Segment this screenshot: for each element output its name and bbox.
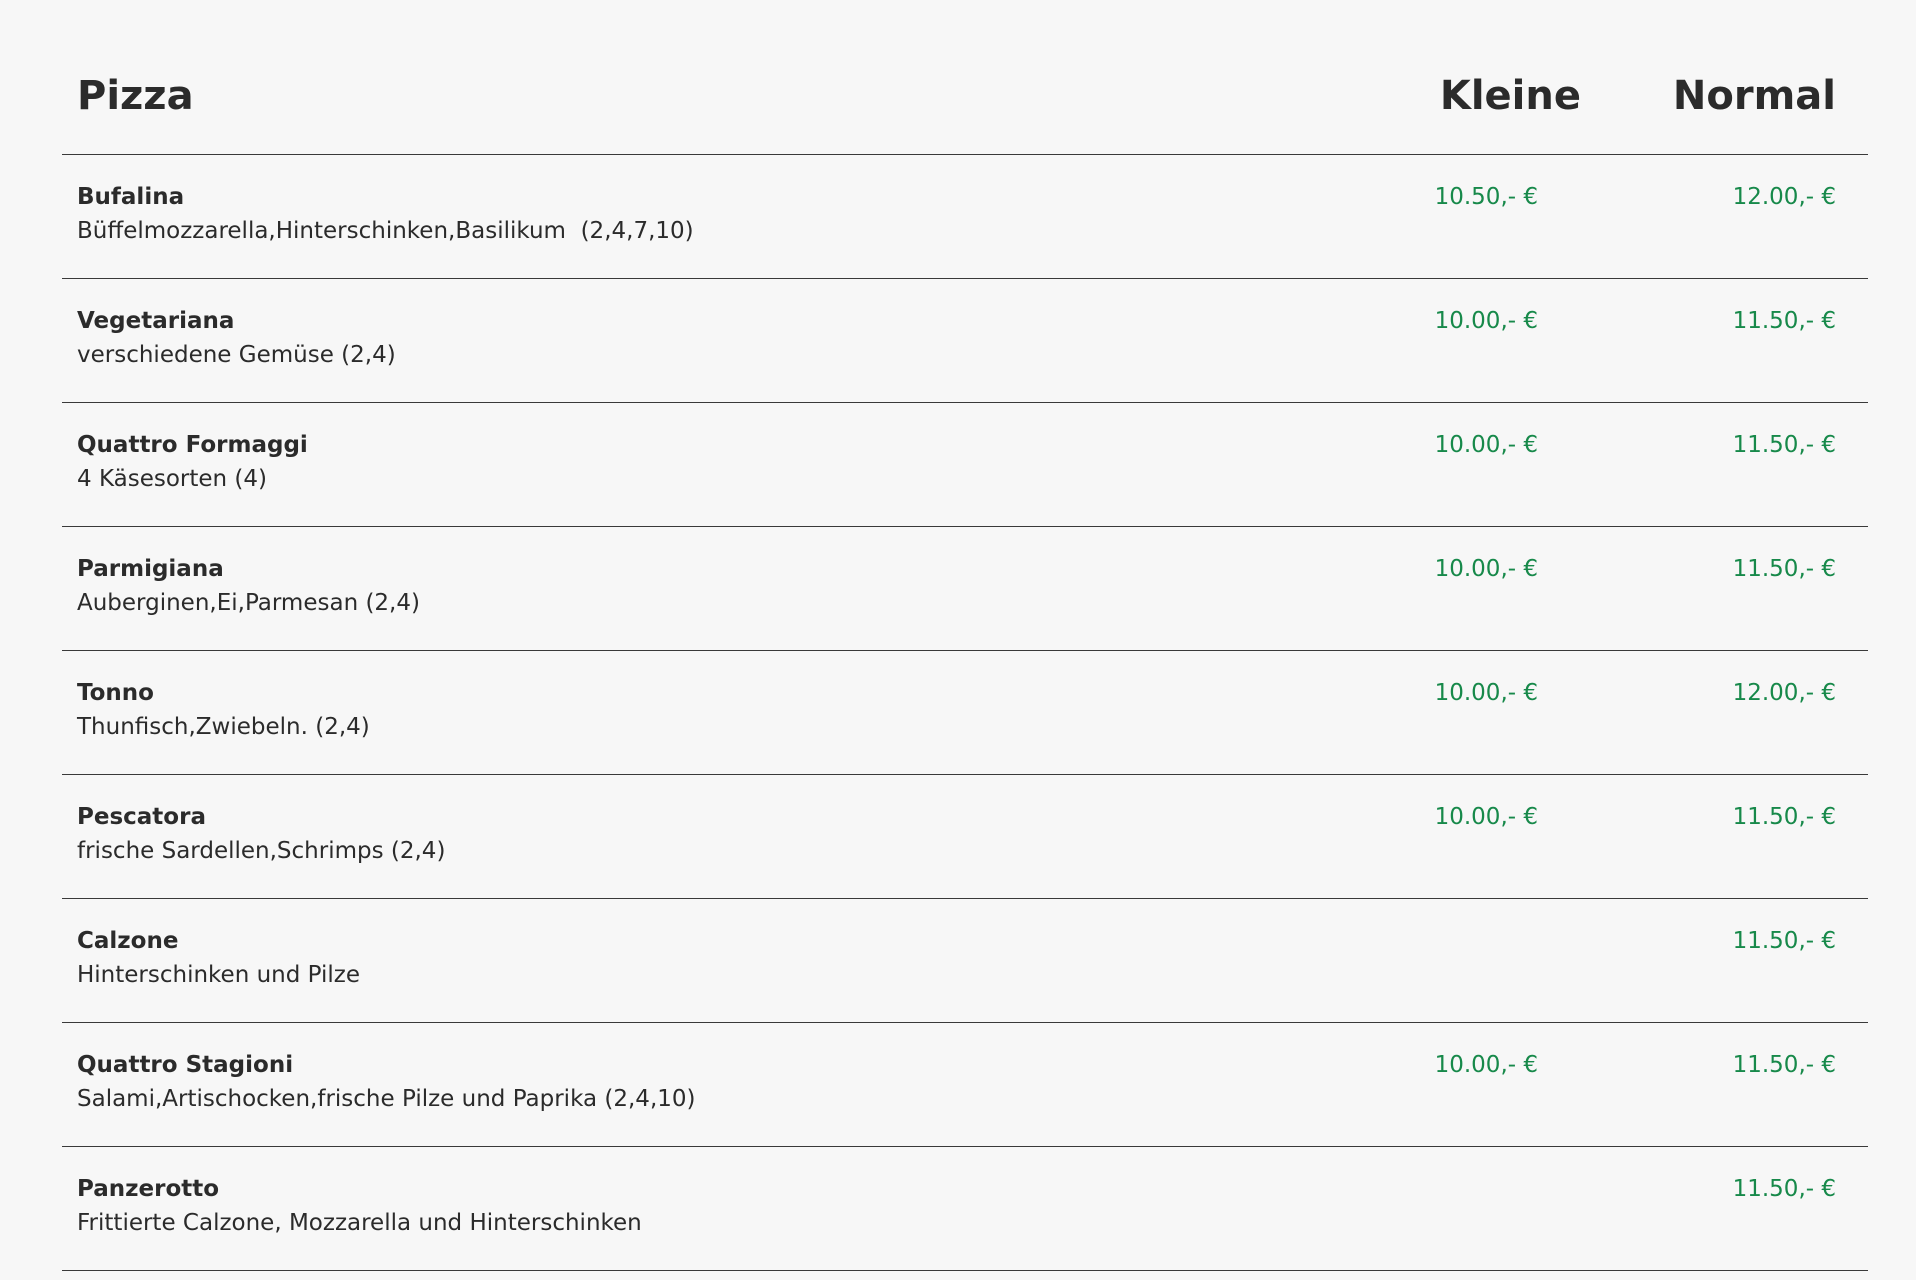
item-description: Hinterschinken und Pilze (77, 962, 361, 988)
price-normal: 11.50,- € (1732, 308, 1836, 334)
item-name: Pescatora (77, 804, 206, 830)
item-description: Frittierte Calzone, Mozzarella und Hinte… (77, 1210, 642, 1236)
menu-item: Panzerotto Frittierte Calzone, Mozzarell… (62, 1147, 1868, 1271)
price-normal: 11.50,- € (1732, 804, 1836, 830)
item-name: Quattro Formaggi (77, 432, 308, 458)
price-normal: 12.00,- € (1732, 184, 1836, 210)
item-name: Panzerotto (77, 1176, 220, 1202)
item-description: verschiedene Gemüse (2,4) (77, 342, 396, 368)
item-description: 4 Käsesorten (4) (77, 466, 267, 492)
menu-header: Pizza Kleine Normal (62, 0, 1868, 155)
column-header-normal: Normal (1672, 73, 1836, 119)
price-normal: 11.50,- € (1732, 432, 1836, 458)
menu-item: Parmigiana Auberginen,Ei,Parmesan (2,4) … (62, 527, 1868, 651)
price-normal: 11.50,- € (1732, 1052, 1836, 1078)
item-description: frische Sardellen,Schrimps (2,4) (77, 838, 446, 864)
section-title: Pizza (77, 73, 194, 119)
item-description: Büffelmozzarella,Hinterschinken,Basiliku… (77, 218, 694, 244)
item-name: Quattro Stagioni (77, 1052, 294, 1078)
price-small: 10.50,- € (1434, 184, 1538, 210)
column-header-small: Kleine (1439, 73, 1581, 119)
item-name: Calzone (77, 928, 179, 954)
item-description: Auberginen,Ei,Parmesan (2,4) (77, 590, 420, 616)
price-small: 10.00,- € (1434, 680, 1538, 706)
price-small: 10.00,- € (1434, 1052, 1538, 1078)
item-name: Tonno (77, 680, 154, 706)
item-name: Parmigiana (77, 556, 224, 582)
menu-item: Tonno Thunfisch,Zwiebeln. (2,4) 10.00,- … (62, 651, 1868, 775)
price-normal: 11.50,- € (1732, 1176, 1836, 1202)
menu-item: Quattro Stagioni Salami,Artischocken,fri… (62, 1023, 1868, 1147)
item-description: Thunfisch,Zwiebeln. (2,4) (77, 714, 370, 740)
price-normal: 11.50,- € (1732, 556, 1836, 582)
menu-item: Vegetariana verschiedene Gemüse (2,4) 10… (62, 279, 1868, 403)
price-small: 10.00,- € (1434, 804, 1538, 830)
price-small: 10.00,- € (1434, 556, 1538, 582)
price-small: 10.00,- € (1434, 432, 1538, 458)
price-normal: 12.00,- € (1732, 680, 1836, 706)
price-small: 10.00,- € (1434, 308, 1538, 334)
pizza-menu: Pizza Kleine Normal Bufalina Büffelmozza… (62, 0, 1868, 1271)
menu-item: Pescatora frische Sardellen,Schrimps (2,… (62, 775, 1868, 899)
menu-item: Quattro Formaggi 4 Käsesorten (4) 10.00,… (62, 403, 1868, 527)
menu-item: Calzone Hinterschinken und Pilze 11.50,-… (62, 899, 1868, 1023)
price-normal: 11.50,- € (1732, 928, 1836, 954)
item-name: Bufalina (77, 184, 185, 210)
menu-item: Bufalina Büffelmozzarella,Hinterschinken… (62, 155, 1868, 279)
item-description: Salami,Artischocken,frische Pilze und Pa… (77, 1086, 696, 1112)
item-name: Vegetariana (77, 308, 235, 334)
